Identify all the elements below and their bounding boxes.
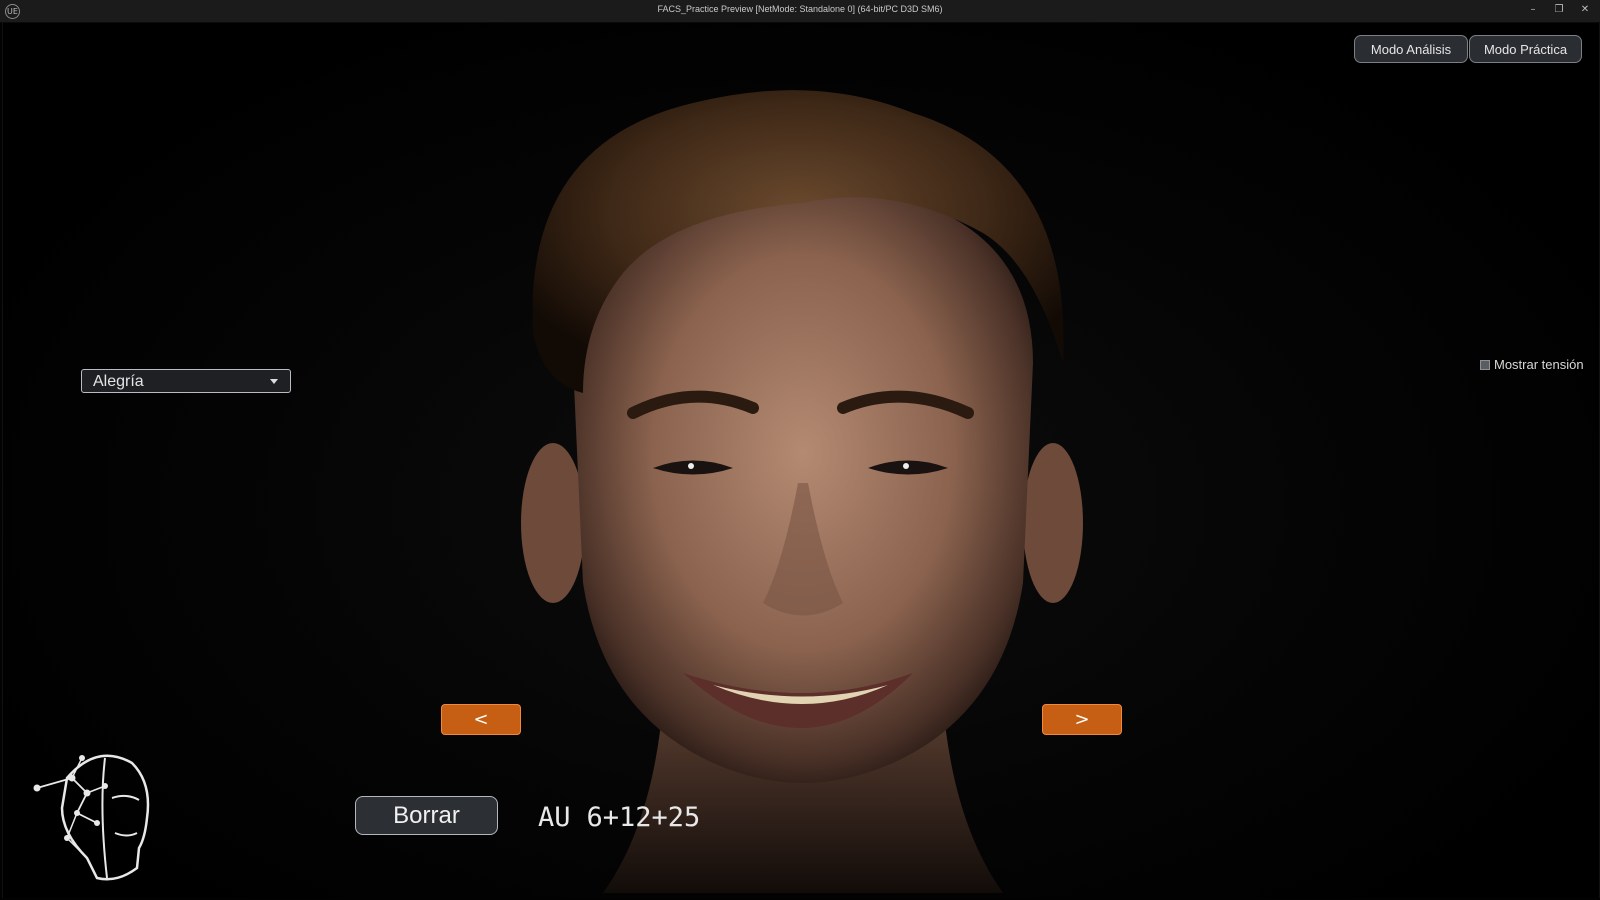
- close-icon[interactable]: ✕: [1576, 2, 1594, 18]
- clear-button[interactable]: Borrar: [355, 796, 498, 835]
- show-tension-checkbox[interactable]: [1480, 360, 1490, 370]
- next-button[interactable]: >: [1042, 704, 1122, 735]
- practice-mode-button[interactable]: Modo Práctica: [1469, 35, 1582, 63]
- previous-button[interactable]: <: [441, 704, 521, 735]
- action-units-readout: AU 6+12+25: [538, 802, 700, 834]
- render-viewport: Modo Análisis Modo Práctica Alegría Most…: [2, 23, 1600, 898]
- face-network-logo-icon: [33, 754, 150, 881]
- show-tension-label: Mostrar tensión: [1494, 357, 1584, 372]
- app-window: UE FACS_Practice Preview [NetMode: Stand…: [0, 0, 1600, 900]
- emotion-dropdown-value: Alegría: [93, 373, 144, 390]
- action-units-prefix: AU: [538, 802, 571, 833]
- analysis-mode-button[interactable]: Modo Análisis: [1354, 35, 1468, 63]
- maximize-icon[interactable]: ❐: [1550, 2, 1568, 18]
- title-bar[interactable]: UE FACS_Practice Preview [NetMode: Stand…: [0, 0, 1600, 23]
- emotion-dropdown[interactable]: Alegría: [81, 369, 291, 393]
- window-title: FACS_Practice Preview [NetMode: Standalo…: [657, 4, 943, 14]
- face-model: [521, 90, 1083, 893]
- show-tension-toggle[interactable]: Mostrar tensión: [1478, 357, 1596, 375]
- chevron-down-icon: [270, 379, 278, 384]
- minimize-icon[interactable]: –: [1524, 2, 1542, 18]
- action-units-code: 6+12+25: [586, 802, 701, 833]
